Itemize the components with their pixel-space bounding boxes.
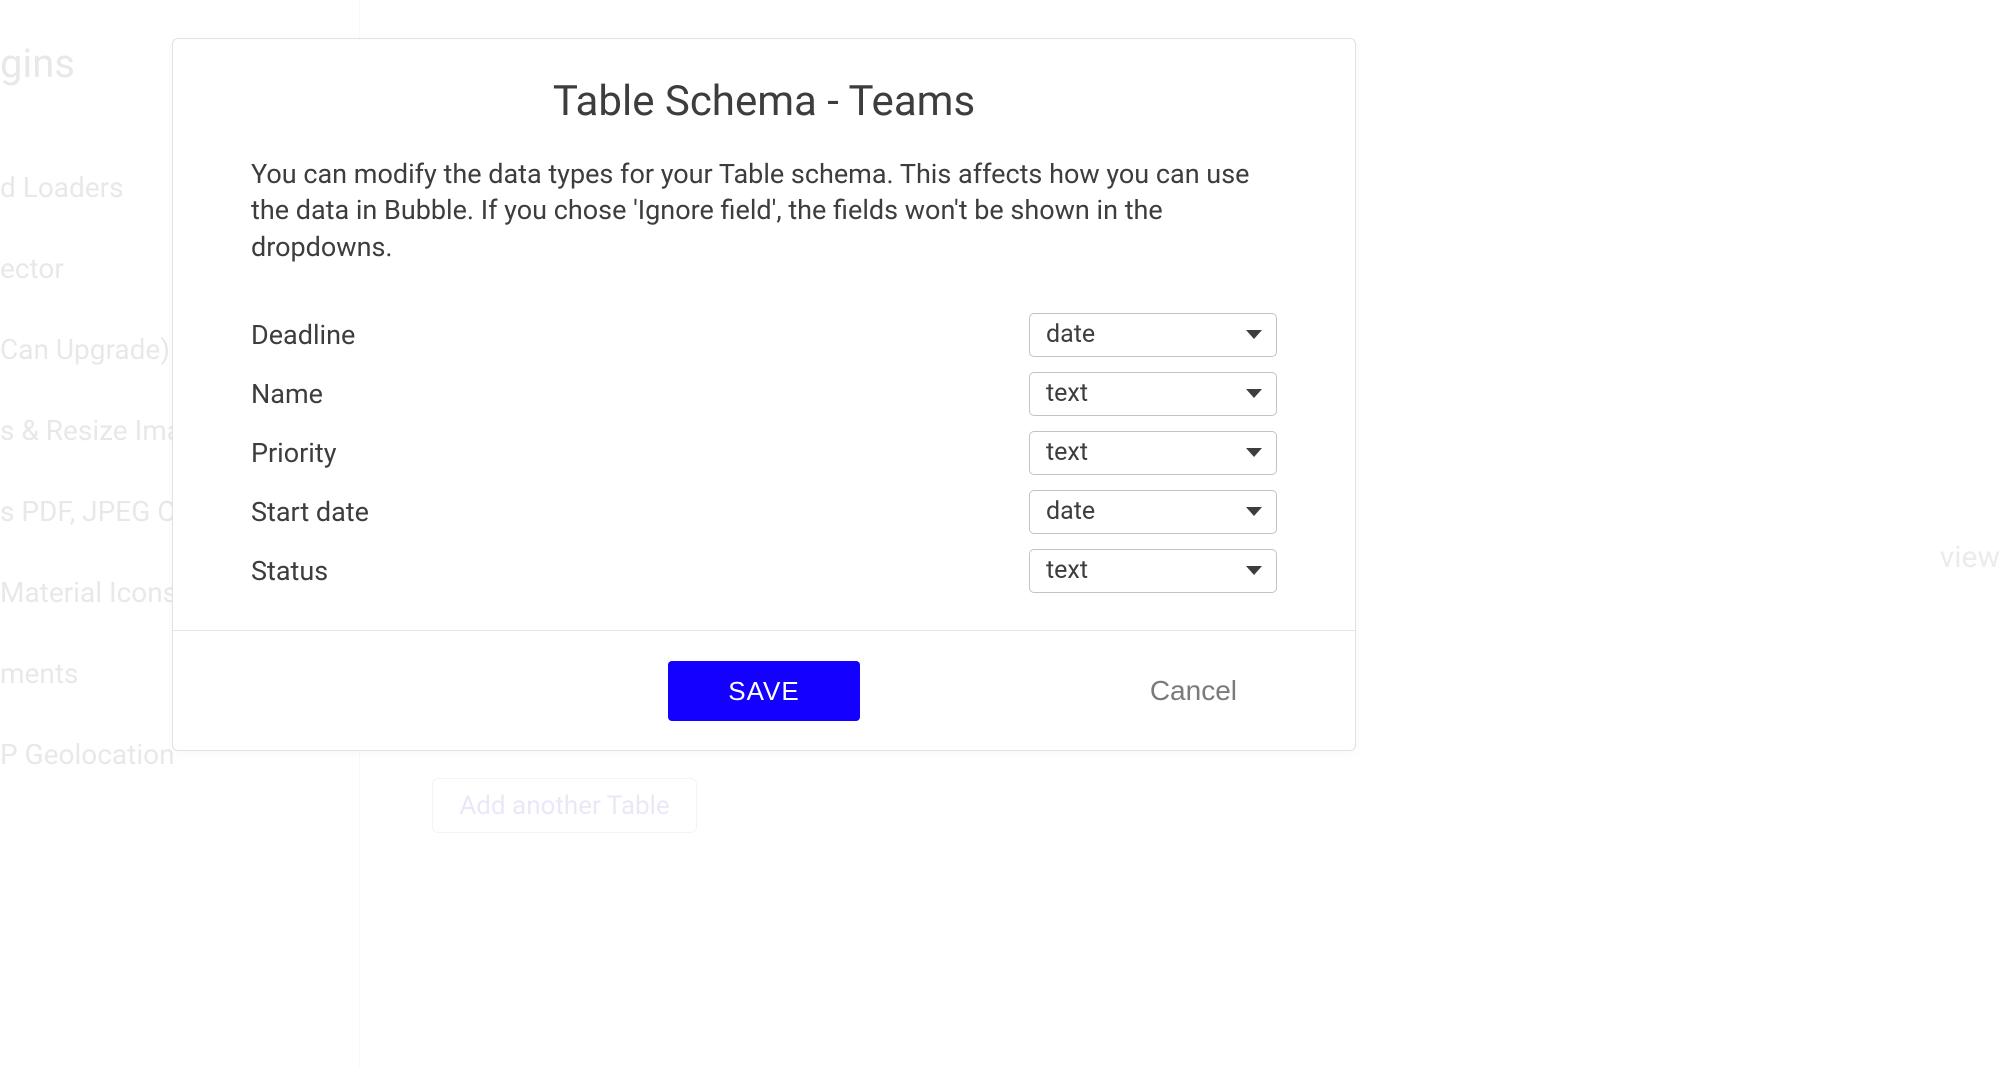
save-button[interactable]: SAVE bbox=[668, 661, 860, 721]
chevron-down-icon bbox=[1246, 330, 1262, 339]
field-label: Start date bbox=[251, 496, 369, 528]
select-value: text bbox=[1046, 379, 1088, 408]
field-type-select-status[interactable]: text bbox=[1029, 549, 1277, 593]
modal-description: You can modify the data types for your T… bbox=[173, 156, 1355, 305]
select-value: date bbox=[1046, 497, 1095, 526]
cancel-button[interactable]: Cancel bbox=[1150, 675, 1237, 707]
chevron-down-icon bbox=[1246, 507, 1262, 516]
modal-title: Table Schema - Teams bbox=[173, 39, 1355, 156]
field-row-deadline: Deadline date bbox=[251, 305, 1277, 364]
field-label: Priority bbox=[251, 437, 336, 469]
field-rows: Deadline date Name text Priority text St… bbox=[173, 305, 1355, 630]
table-schema-modal: Table Schema - Teams You can modify the … bbox=[172, 38, 1356, 751]
field-type-select-start-date[interactable]: date bbox=[1029, 490, 1277, 534]
field-row-priority: Priority text bbox=[251, 423, 1277, 482]
select-value: date bbox=[1046, 320, 1095, 349]
field-row-name: Name text bbox=[251, 364, 1277, 423]
field-type-select-priority[interactable]: text bbox=[1029, 431, 1277, 475]
field-row-start-date: Start date date bbox=[251, 482, 1277, 541]
chevron-down-icon bbox=[1246, 448, 1262, 457]
field-label: Deadline bbox=[251, 319, 355, 351]
select-value: text bbox=[1046, 438, 1088, 467]
chevron-down-icon bbox=[1246, 566, 1262, 575]
modal-footer: SAVE Cancel bbox=[173, 630, 1355, 750]
field-label: Name bbox=[251, 378, 323, 410]
field-type-select-name[interactable]: text bbox=[1029, 372, 1277, 416]
field-row-status: Status text bbox=[251, 541, 1277, 600]
field-type-select-deadline[interactable]: date bbox=[1029, 313, 1277, 357]
select-value: text bbox=[1046, 556, 1088, 585]
chevron-down-icon bbox=[1246, 389, 1262, 398]
field-label: Status bbox=[251, 555, 328, 587]
